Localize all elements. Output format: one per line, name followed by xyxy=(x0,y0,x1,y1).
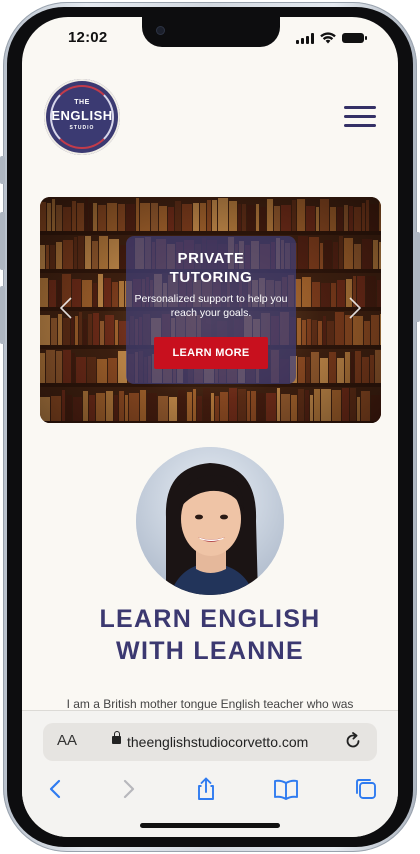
hero-title: PRIVATE TUTORING xyxy=(126,249,296,287)
address-bar[interactable]: AA theenglishstudiocorvetto.com xyxy=(43,723,377,761)
url-text: theenglishstudiocorvetto.com xyxy=(127,734,309,750)
site-logo[interactable]: THE ENGLISH STUDIO xyxy=(44,79,120,155)
wifi-icon xyxy=(320,32,336,44)
status-time: 12:02 xyxy=(68,29,108,46)
lock-icon xyxy=(112,731,121,744)
notch xyxy=(142,17,280,47)
power-button xyxy=(415,232,420,322)
hamburger-menu-icon[interactable] xyxy=(344,106,376,128)
page-headline: LEARN ENGLISH WITH LEANNE xyxy=(22,603,398,667)
headline-line2: WITH LEANNE xyxy=(116,637,304,665)
share-icon[interactable] xyxy=(192,775,220,803)
tabs-icon[interactable] xyxy=(352,775,380,803)
logo-text-the: THE xyxy=(74,99,90,106)
volume-down-button xyxy=(0,286,5,344)
volume-up-button xyxy=(0,212,5,270)
hero-title-line1: PRIVATE xyxy=(177,250,245,267)
carousel-prev-icon[interactable] xyxy=(60,297,72,319)
bookmarks-icon[interactable] xyxy=(272,775,300,803)
intro-text: I am a British mother tongue English tea… xyxy=(66,697,354,711)
phone-screen: 12:02 THE ENGLISH STUDIO PRIVATE TUTORIN… xyxy=(22,17,398,837)
text-size-button[interactable]: AA xyxy=(57,732,77,749)
teacher-portrait xyxy=(136,447,284,595)
text-size-label: AA xyxy=(57,732,78,749)
status-bar: 12:02 xyxy=(22,17,398,61)
front-camera xyxy=(156,26,165,35)
reload-icon[interactable] xyxy=(343,731,363,751)
signal-icon xyxy=(296,32,314,44)
carousel-next-icon[interactable] xyxy=(349,297,361,319)
mute-switch xyxy=(0,156,5,184)
browser-nav xyxy=(22,775,398,803)
logo-text-english: ENGLISH xyxy=(51,108,113,123)
hero-carousel: PRIVATE TUTORING Personalized support to… xyxy=(40,197,381,423)
headline-line1: LEARN ENGLISH xyxy=(99,605,321,633)
battery-icon xyxy=(342,33,367,43)
learn-more-button[interactable]: LEARN MORE xyxy=(154,337,268,369)
logo-text-studio: STUDIO xyxy=(69,125,95,131)
hero-subtitle: Personalized support to help you reach y… xyxy=(134,293,288,319)
browser-toolbar: AA theenglishstudiocorvetto.com xyxy=(22,710,398,837)
hero-title-line2: TUTORING xyxy=(169,269,253,286)
home-indicator xyxy=(140,823,280,828)
back-icon[interactable] xyxy=(42,775,70,803)
hero-card: PRIVATE TUTORING Personalized support to… xyxy=(126,236,296,384)
portrait-image xyxy=(136,447,284,595)
status-icons xyxy=(296,32,367,44)
forward-icon[interactable] xyxy=(114,775,142,803)
